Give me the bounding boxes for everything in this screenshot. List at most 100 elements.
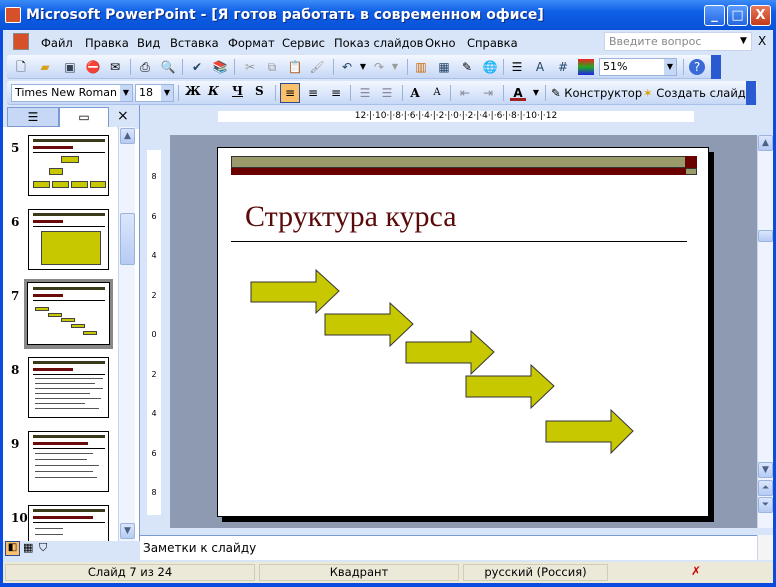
font-size-select[interactable]: 18 ▼	[135, 84, 174, 102]
align-center-icon[interactable]: ≡	[305, 85, 321, 101]
vertical-ruler[interactable]: 8 6 4 2 0 2 4 6 8	[147, 150, 161, 515]
close-document-button[interactable]: X	[758, 34, 766, 48]
undo-icon[interactable]: ↶	[339, 59, 355, 75]
tables-borders-icon[interactable]: ✎	[459, 59, 475, 75]
spelling-status-icon[interactable]: ✗	[691, 564, 701, 578]
menu-format[interactable]: Формат	[228, 36, 275, 50]
tab-slides[interactable]: ▭	[59, 107, 109, 127]
decrease-indent-icon[interactable]: ⇤	[457, 85, 473, 101]
font-size-value: 18	[139, 86, 153, 99]
minimize-button[interactable]: _	[704, 5, 725, 26]
align-right-icon[interactable]: ≡	[328, 85, 344, 101]
italic-button[interactable]: К	[208, 84, 219, 98]
ruler-label: 0	[151, 330, 157, 339]
bold-button[interactable]: Ж	[185, 84, 201, 98]
font-color-dropdown-icon[interactable]: ▼	[528, 85, 544, 101]
menu-help[interactable]: Справка	[467, 36, 518, 50]
insert-table-icon[interactable]: ▦	[436, 59, 452, 75]
expand-all-icon[interactable]: ☰	[509, 59, 525, 75]
permission-icon[interactable]: ⛔	[85, 59, 101, 75]
increase-indent-icon[interactable]: ⇥	[480, 85, 496, 101]
thumbnails-scrollbar[interactable]: ▲ ▼	[118, 127, 135, 541]
chevron-down-icon[interactable]: ▼	[161, 85, 173, 101]
hyperlink-icon[interactable]: 🌐	[482, 59, 498, 75]
notes-scrollbar[interactable]	[757, 535, 773, 560]
pane-close-button[interactable]: ×	[117, 108, 129, 124]
slide[interactable]: Структура курса	[217, 147, 709, 517]
shadow-button[interactable]: S	[255, 84, 264, 98]
ruler-label: 2	[151, 290, 157, 300]
horizontal-ruler[interactable]: 12·|·10·|·8·|·6·|·4·|·2·|·0·|·2·|·4·|·6·…	[218, 111, 694, 122]
decrease-font-icon[interactable]: A	[429, 85, 445, 101]
next-slide-icon[interactable]: ⏷	[758, 497, 773, 513]
normal-view-icon[interactable]: ◧	[5, 541, 20, 556]
menu-view[interactable]: Вид	[137, 36, 160, 50]
numbering-icon[interactable]: ☰	[357, 85, 373, 101]
scroll-thumb[interactable]	[120, 213, 135, 265]
close-button[interactable]: X	[750, 5, 771, 26]
new-icon[interactable]: 🗋	[13, 59, 29, 75]
scroll-down-icon[interactable]: ▼	[758, 462, 773, 478]
slide-sorter-icon[interactable]: ▦	[23, 541, 33, 554]
menu-window[interactable]: Окно	[425, 36, 456, 50]
align-left-icon[interactable]: ≡	[280, 83, 300, 103]
toolbar-options-icon[interactable]	[711, 55, 721, 79]
scroll-thumb[interactable]	[758, 230, 773, 242]
undo-dropdown-icon[interactable]: ▼	[355, 59, 371, 75]
ruler-label: 6	[151, 211, 157, 221]
chevron-down-icon[interactable]: ▼	[664, 59, 676, 75]
slide-scrollbar[interactable]: ▲ ▼ ⏶ ⏷	[757, 135, 773, 528]
menu-edit[interactable]: Правка	[85, 36, 129, 50]
powerpoint-app-icon[interactable]	[5, 7, 21, 23]
cut-icon[interactable]: ✂	[242, 59, 258, 75]
spelling-icon[interactable]: ✔	[189, 59, 205, 75]
underline-button[interactable]: Ч	[232, 84, 243, 98]
previous-slide-icon[interactable]: ⏶	[758, 480, 773, 496]
font-value: Times New Roman	[15, 86, 117, 99]
paste-icon[interactable]: 📋	[287, 59, 303, 75]
open-icon[interactable]: ▰	[37, 59, 53, 75]
grid-icon[interactable]: #	[555, 59, 571, 75]
print-preview-icon[interactable]: 🔍	[160, 59, 176, 75]
scroll-up-icon[interactable]: ▲	[120, 128, 135, 144]
menu-slideshow[interactable]: Показ слайдов	[334, 36, 423, 50]
arrows-diagram	[250, 268, 634, 455]
designer-button[interactable]: ✎ Конструктор	[551, 86, 642, 100]
new-slide-button[interactable]: ✶ Создать слайд	[643, 86, 746, 100]
format-painter-icon[interactable]: 🖌	[309, 59, 325, 75]
tab-outline[interactable]: ☰	[7, 107, 59, 127]
insert-chart-icon[interactable]: ▥	[413, 59, 429, 75]
notes-field[interactable]: Заметки к слайду	[140, 535, 757, 560]
redo-icon[interactable]: ↷	[371, 59, 387, 75]
print-icon[interactable]: ⎙	[137, 59, 153, 75]
font-select[interactable]: Times New Roman ▼	[11, 84, 133, 102]
toolbar-options-icon[interactable]	[746, 81, 756, 105]
slide-number: 8	[11, 363, 20, 377]
bullets-icon[interactable]: ☰	[379, 85, 395, 101]
redo-dropdown-icon[interactable]: ▼	[387, 59, 403, 75]
font-color-icon[interactable]: A	[510, 85, 526, 101]
copy-icon[interactable]: ⧉	[264, 59, 280, 75]
menu-file[interactable]: Файл	[41, 36, 73, 50]
increase-font-icon[interactable]: A	[407, 85, 423, 101]
zoom-select[interactable]: 51% ▼	[599, 58, 677, 76]
document-icon[interactable]	[13, 33, 29, 50]
email-icon[interactable]: ✉	[107, 59, 123, 75]
menu-tools[interactable]: Сервис	[282, 36, 325, 50]
view-buttons: ◧ ▦ ⛉	[3, 541, 140, 557]
menu-insert[interactable]: Вставка	[170, 36, 219, 50]
research-icon[interactable]: 📚	[212, 59, 228, 75]
save-icon[interactable]: ▣	[62, 59, 78, 75]
help-icon[interactable]: ?	[689, 59, 705, 75]
maximize-button[interactable]: □	[727, 5, 748, 26]
outline-icon: ☰	[27, 110, 39, 124]
show-formatting-icon[interactable]: A	[532, 59, 548, 75]
ask-dropdown-icon[interactable]: ▼	[740, 36, 747, 46]
scroll-down-icon[interactable]: ▼	[120, 523, 135, 539]
scroll-up-icon[interactable]: ▲	[758, 135, 773, 151]
color-grayscale-icon[interactable]	[578, 59, 594, 75]
ask-question-input[interactable]: Введите вопрос	[604, 32, 752, 51]
chevron-down-icon[interactable]: ▼	[120, 85, 132, 101]
ruler-labels: 12·|·10·|·8·|·6·|·4·|·2·|·0·|·2·|·4·|·6·…	[354, 111, 558, 121]
slide-show-icon[interactable]: ⛉	[39, 541, 47, 555]
